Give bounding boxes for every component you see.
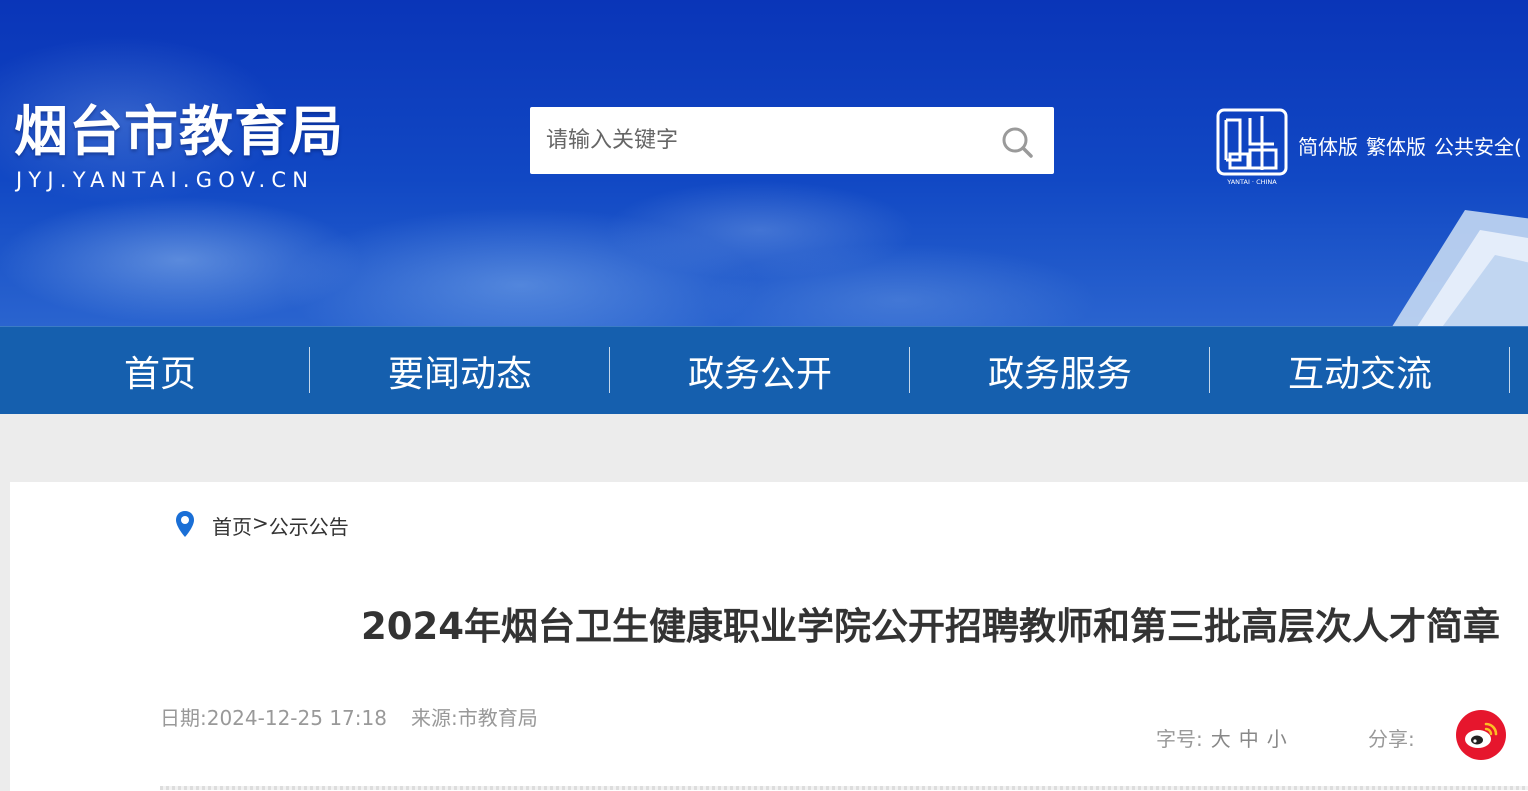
breadcrumb: 首页 > 公示公告	[212, 511, 349, 540]
share-label: 分享:	[1368, 727, 1415, 751]
location-icon	[176, 511, 194, 537]
article-date: 日期:2024-12-25 17:18	[160, 706, 387, 730]
breadcrumb-home[interactable]: 首页	[212, 511, 252, 540]
link-public-security[interactable]: 公共安全(	[1434, 131, 1522, 160]
article-source: 来源:市教育局	[410, 706, 538, 730]
article-meta: 日期:2024-12-25 17:18 来源:市教育局	[160, 702, 538, 731]
search-box	[530, 107, 1054, 174]
font-size-small[interactable]: 小	[1267, 723, 1287, 752]
site-title[interactable]: 烟台市教育局	[14, 100, 344, 164]
nav-divider	[1509, 347, 1510, 393]
font-size-medium[interactable]: 中	[1239, 723, 1259, 752]
nav-home[interactable]: 首页	[10, 327, 310, 415]
breadcrumb-separator: >	[252, 511, 269, 535]
nav-government-affairs[interactable]: 政务公开	[610, 327, 910, 415]
nav-government-services[interactable]: 政务服务	[910, 327, 1210, 415]
font-size-control: 字号: 大 中 小	[1156, 723, 1287, 752]
content-divider	[160, 786, 1528, 790]
books-decoration	[1392, 210, 1528, 326]
font-size-large[interactable]: 大	[1211, 723, 1231, 752]
breadcrumb-current[interactable]: 公示公告	[269, 511, 349, 540]
article-title: 2024年烟台卫生健康职业学院公开招聘教师和第三批高层次人才简章	[361, 605, 1500, 648]
link-simplified[interactable]: 简体版	[1298, 131, 1358, 160]
link-traditional[interactable]: 繁体版	[1366, 131, 1426, 160]
site-domain: JYJ.YANTAI.GOV.CN	[16, 168, 315, 192]
seal-caption: YANTAI · CHINA	[1226, 178, 1277, 186]
nav-news[interactable]: 要闻动态	[310, 327, 610, 415]
font-size-label: 字号:	[1156, 727, 1203, 751]
search-icon[interactable]	[1000, 125, 1034, 159]
language-links: 简体版 繁体版 公共安全(	[1298, 131, 1522, 160]
weibo-share-button[interactable]	[1456, 710, 1506, 760]
nav-interaction[interactable]: 互动交流	[1210, 327, 1510, 415]
yantai-seal-logo: YANTAI · CHINA	[1216, 108, 1288, 186]
search-input[interactable]	[530, 107, 990, 174]
main-nav: 首页 要闻动态 政务公开 政务服务 互动交流	[0, 326, 1528, 414]
weibo-icon	[1465, 722, 1498, 748]
